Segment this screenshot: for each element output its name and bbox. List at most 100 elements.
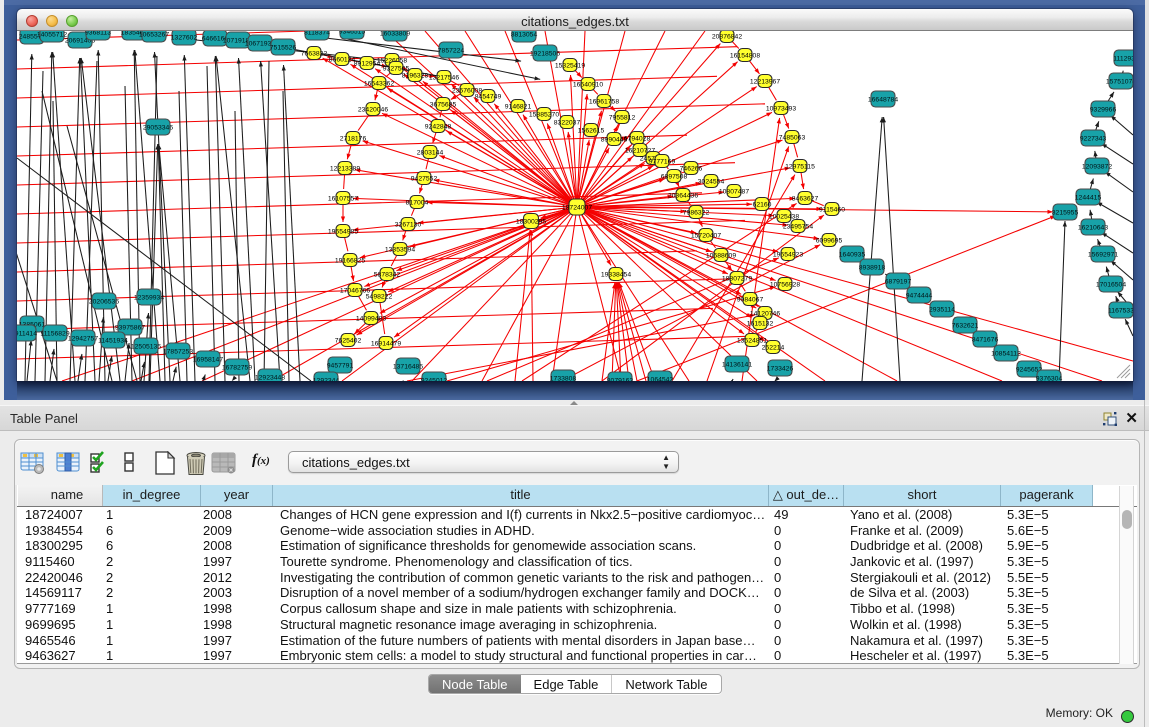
svg-text:7955812: 7955812 xyxy=(609,114,636,121)
svg-text:12942757: 12942757 xyxy=(68,335,98,342)
svg-text:13217546: 13217546 xyxy=(429,74,459,81)
svg-text:10653267: 10653267 xyxy=(139,31,169,38)
svg-text:9084067: 9084067 xyxy=(737,296,764,303)
svg-text:9474444: 9474444 xyxy=(906,292,933,299)
svg-text:6099695: 6099695 xyxy=(816,237,843,244)
svg-text:7857224: 7857224 xyxy=(438,47,465,54)
svg-text:14136141: 14136141 xyxy=(722,361,752,368)
svg-text:1292344: 1292344 xyxy=(313,377,340,381)
svg-text:13353594: 13353594 xyxy=(385,246,415,253)
svg-text:14099483: 14099483 xyxy=(356,315,386,322)
svg-text:16914479: 16914479 xyxy=(371,340,401,347)
svg-text:19654923: 19654923 xyxy=(773,251,803,258)
svg-text:8118374: 8118374 xyxy=(304,31,330,36)
svg-text:16961758: 16961758 xyxy=(589,98,619,105)
svg-text:20876842: 20876842 xyxy=(712,33,742,40)
svg-text:14055712: 14055712 xyxy=(37,31,67,38)
svg-text:8322037: 8322037 xyxy=(554,119,581,126)
svg-text:1167533: 1167533 xyxy=(1108,307,1133,314)
svg-text:10854112: 10854112 xyxy=(991,350,1021,357)
svg-text:6879197: 6879197 xyxy=(885,278,912,285)
svg-text:9327505: 9327505 xyxy=(383,65,410,72)
svg-text:8196328: 8196328 xyxy=(402,72,429,79)
svg-text:2803144: 2803144 xyxy=(417,149,444,156)
svg-text:6794028: 6794028 xyxy=(624,135,651,142)
svg-text:16033809: 16033809 xyxy=(380,31,410,37)
svg-text:8660124: 8660124 xyxy=(329,56,356,63)
svg-text:9115460: 9115460 xyxy=(819,206,845,213)
svg-text:16648784: 16648784 xyxy=(868,96,898,103)
svg-text:16107557: 16107557 xyxy=(328,195,358,202)
svg-text:12975115: 12975115 xyxy=(785,163,815,170)
svg-text:62160: 62160 xyxy=(753,201,772,208)
svg-text:19166825: 19166825 xyxy=(335,257,365,264)
svg-text:7663822: 7663822 xyxy=(301,50,328,57)
svg-text:7515526: 7515526 xyxy=(270,44,297,51)
svg-text:16210643: 16210643 xyxy=(1078,224,1108,231)
svg-text:1244415: 1244415 xyxy=(1075,194,1102,201)
svg-text:15692971: 15692971 xyxy=(1088,251,1118,258)
svg-text:17857253: 17857253 xyxy=(163,348,193,355)
svg-text:16543362: 16543362 xyxy=(364,80,394,87)
svg-text:3215955: 3215955 xyxy=(1052,209,1079,216)
svg-text:20364436: 20364436 xyxy=(668,192,698,199)
svg-text:1562615: 1562615 xyxy=(578,127,605,134)
svg-text:10973493: 10973493 xyxy=(766,105,796,112)
svg-text:3911414: 3911414 xyxy=(17,330,37,337)
svg-text:16958147: 16958147 xyxy=(193,356,223,363)
svg-text:13524851: 13524851 xyxy=(737,337,767,344)
svg-text:9227343: 9227343 xyxy=(1080,135,1107,142)
svg-text:7986322: 7986322 xyxy=(683,209,710,216)
svg-text:1112937: 1112937 xyxy=(1113,55,1133,62)
svg-text:3675685: 3675685 xyxy=(430,101,457,108)
svg-text:1327602: 1327602 xyxy=(171,34,198,41)
svg-text:12359934: 12359934 xyxy=(134,294,164,301)
svg-text:1615132: 1615132 xyxy=(747,320,774,327)
svg-text:2718176: 2718176 xyxy=(340,135,367,142)
svg-text:18724007: 18724007 xyxy=(562,204,592,211)
svg-text:18300295: 18300295 xyxy=(516,218,546,225)
svg-text:17016504: 17016504 xyxy=(1096,281,1126,288)
svg-text:7632621: 7632621 xyxy=(952,322,979,329)
svg-text:11156829: 11156829 xyxy=(40,330,69,337)
svg-text:9777169: 9777169 xyxy=(649,158,676,165)
svg-text:8813054: 8813054 xyxy=(511,31,538,38)
svg-text:1640935: 1640935 xyxy=(839,251,866,258)
svg-text:12213967: 12213967 xyxy=(750,78,780,85)
svg-text:5498222: 5498222 xyxy=(366,293,393,300)
svg-text:12923448: 12923448 xyxy=(255,374,285,381)
svg-text:3267130: 3267130 xyxy=(395,221,422,228)
svg-text:746266: 746266 xyxy=(680,165,703,172)
svg-text:23495754: 23495754 xyxy=(783,223,813,230)
svg-text:19654985: 19654985 xyxy=(328,228,358,235)
svg-text:8463627: 8463627 xyxy=(792,195,819,202)
svg-text:14120746: 14120746 xyxy=(750,310,780,317)
svg-text:16154808: 16154808 xyxy=(730,52,760,59)
svg-text:13716485: 13716485 xyxy=(393,363,423,370)
svg-text:9368113: 9368113 xyxy=(85,31,111,36)
svg-text:23420046: 23420046 xyxy=(358,106,388,113)
svg-text:15751074: 15751074 xyxy=(1106,78,1133,85)
svg-text:2935114: 2935114 xyxy=(929,306,955,313)
svg-text:252214: 252214 xyxy=(762,344,785,351)
svg-text:10756928: 10756928 xyxy=(770,281,800,288)
svg-text:93975867: 93975867 xyxy=(115,324,145,331)
svg-text:9245012: 9245012 xyxy=(421,377,448,381)
svg-text:19218506: 19218506 xyxy=(530,50,560,57)
svg-text:9457791: 9457791 xyxy=(327,362,354,369)
svg-text:8079163: 8079163 xyxy=(607,377,634,381)
svg-text:8454749: 8454749 xyxy=(475,93,502,100)
svg-text:5878342: 5878342 xyxy=(374,271,401,278)
svg-text:7625402: 7625402 xyxy=(335,337,362,344)
svg-text:29053346: 29053346 xyxy=(143,124,173,131)
svg-text:15885270: 15885270 xyxy=(529,111,559,118)
svg-text:8938918: 8938918 xyxy=(859,264,886,271)
svg-text:1733808: 1733808 xyxy=(550,375,577,381)
svg-text:10807487: 10807487 xyxy=(719,188,749,195)
svg-text:1733426: 1733426 xyxy=(767,365,794,372)
svg-text:11451934: 11451934 xyxy=(98,337,128,344)
svg-text:19338454: 19338454 xyxy=(601,271,631,278)
svg-text:9376304: 9376304 xyxy=(1036,375,1063,381)
svg-text:8471676: 8471676 xyxy=(972,336,999,343)
svg-text:15720407: 15720407 xyxy=(691,232,721,239)
